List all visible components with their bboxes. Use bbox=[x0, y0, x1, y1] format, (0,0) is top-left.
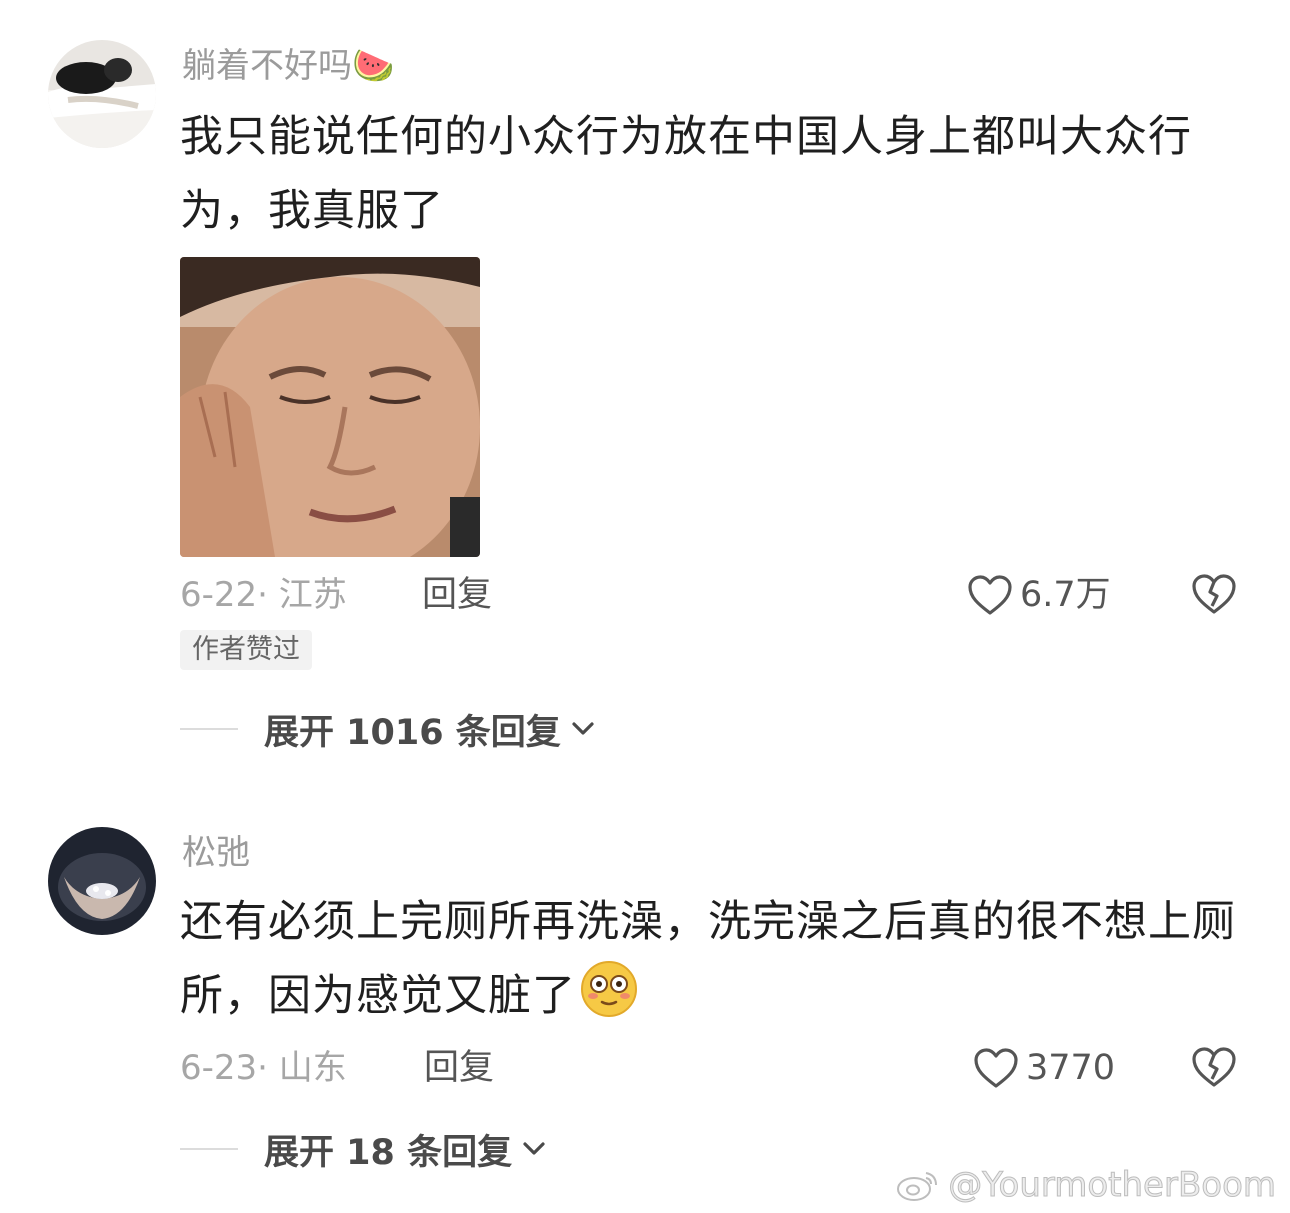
comment-sticker-image[interactable] bbox=[180, 257, 480, 557]
flushed-face-icon bbox=[580, 960, 638, 1041]
like-count: 6.7万 bbox=[1020, 575, 1111, 615]
broken-heart-icon bbox=[1192, 1047, 1236, 1087]
watermark-text: @YourmotherBoom bbox=[948, 1165, 1277, 1206]
like-button[interactable]: 6.7万 bbox=[966, 572, 1111, 618]
date-location: 6-23· 山东 bbox=[180, 1048, 347, 1088]
broken-heart-icon bbox=[1192, 574, 1236, 614]
date-location: 6-22· 江苏 bbox=[180, 575, 347, 615]
expand-replies-button[interactable]: 展开 18 条回复 bbox=[180, 1127, 546, 1173]
divider-line bbox=[180, 1148, 238, 1150]
divider-line bbox=[180, 728, 238, 730]
chevron-down-icon bbox=[523, 1142, 545, 1155]
dislike-button[interactable] bbox=[1190, 1045, 1238, 1101]
comment-text: 我只能说任何的小众行为放在中国人身上都叫大众行为，我真服了 bbox=[180, 112, 1192, 236]
watermark: @YourmotherBoom bbox=[896, 1165, 1277, 1206]
expand-replies-label: 展开 1016 条回复 bbox=[264, 712, 561, 753]
weibo-logo-icon bbox=[897, 1172, 938, 1201]
chevron-down-icon bbox=[572, 722, 594, 735]
expand-replies-label: 展开 18 条回复 bbox=[264, 1132, 513, 1173]
dislike-button[interactable] bbox=[1190, 572, 1238, 628]
username[interactable]: 松弛 bbox=[182, 833, 250, 873]
username[interactable]: 躺着不好吗🍉 bbox=[182, 46, 394, 86]
watermelon-icon: 🍉 bbox=[352, 46, 395, 86]
heart-icon bbox=[974, 1048, 1018, 1088]
expand-replies-button[interactable]: 展开 1016 条回复 bbox=[180, 707, 595, 753]
reply-button[interactable]: 回复 bbox=[424, 1045, 494, 1091]
avatar[interactable] bbox=[48, 827, 156, 935]
comment-text: 还有必须上完厕所再洗澡，洗完澡之后真的很不想上厕所，因为感觉又脏了 bbox=[180, 885, 1250, 1041]
reply-button[interactable]: 回复 bbox=[422, 572, 492, 618]
heart-icon bbox=[968, 575, 1012, 615]
man-closed-eyes-icon bbox=[180, 257, 480, 557]
avatar[interactable] bbox=[48, 40, 156, 148]
comment-meta: 6-23· 山东 回复 3770 bbox=[180, 1045, 1250, 1091]
like-count: 3770 bbox=[1026, 1048, 1116, 1088]
author-liked-badge: 作者赞过 bbox=[180, 630, 312, 670]
comment-meta: 6-22· 江苏 回复 6.7万 bbox=[180, 572, 1250, 618]
like-button[interactable]: 3770 bbox=[972, 1045, 1115, 1091]
